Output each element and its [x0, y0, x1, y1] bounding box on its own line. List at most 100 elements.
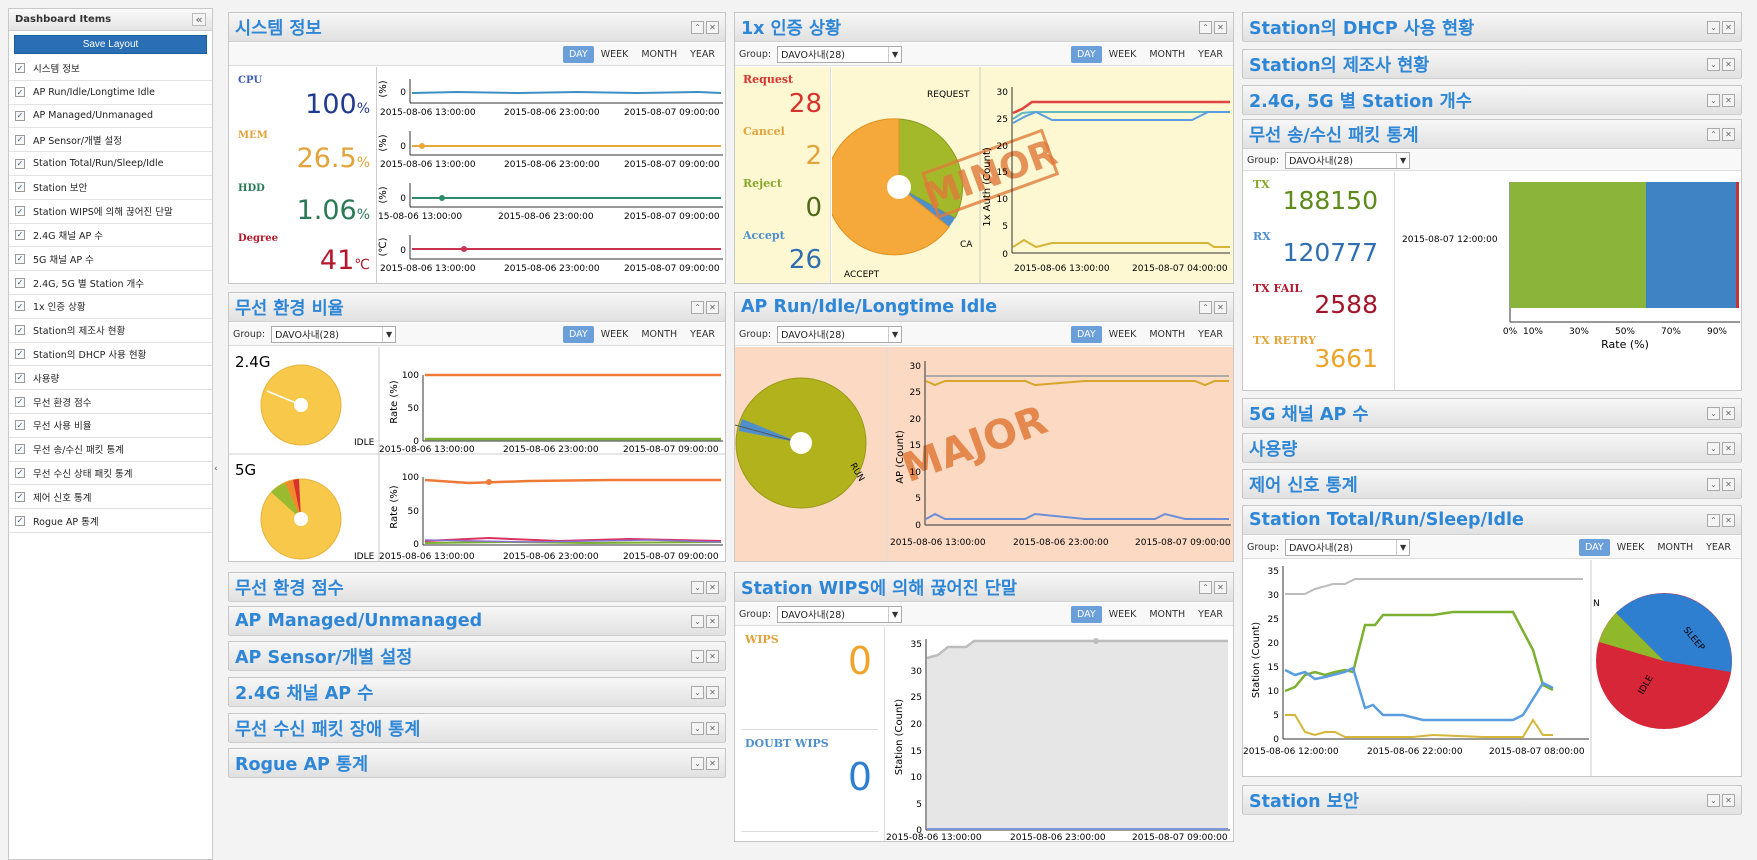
sidebar-item[interactable]: ✓ AP Run/Idle/Longtime Idle: [9, 81, 212, 105]
checkbox-icon[interactable]: ✓: [15, 110, 25, 121]
group-select[interactable]: DAVO사내(28) ▼: [777, 45, 903, 63]
sidebar-item[interactable]: ✓ Rogue AP 통계: [9, 509, 212, 533]
sidebar-item[interactable]: ✓ Station WIPS에 의해 끊어진 단말: [9, 200, 212, 224]
panel-title[interactable]: 1x 인증 상황: [741, 15, 841, 40]
checkbox-icon[interactable]: ✓: [15, 467, 25, 478]
checkbox-icon[interactable]: ✓: [15, 134, 25, 145]
close-icon[interactable]: ✕: [1214, 20, 1227, 34]
sidebar-item[interactable]: ✓ 제어 신호 통계: [9, 485, 212, 510]
collapse-icon[interactable]: ⌃: [1707, 127, 1720, 141]
tab-month[interactable]: MONTH: [1143, 46, 1191, 63]
checkbox-icon[interactable]: ✓: [15, 420, 25, 431]
checkbox-icon[interactable]: ✓: [15, 372, 25, 383]
close-icon[interactable]: ✕: [706, 685, 719, 699]
tab-year[interactable]: YEAR: [684, 326, 721, 343]
tab-week[interactable]: WEEK: [595, 46, 635, 63]
checkbox-icon[interactable]: ✓: [15, 348, 25, 359]
tab-week[interactable]: WEEK: [1103, 326, 1143, 343]
close-icon[interactable]: ✕: [1722, 127, 1735, 141]
group-select[interactable]: DAVO사내(28) ▼: [1285, 151, 1411, 169]
close-icon[interactable]: ✕: [1722, 57, 1735, 71]
panel-title[interactable]: 무선 수신 패킷 장애 통계: [235, 716, 420, 741]
sidebar-item[interactable]: ✓ 무선 사용 비율: [9, 414, 212, 438]
checkbox-icon[interactable]: ✓: [15, 325, 25, 336]
panel-title[interactable]: Station Total/Run/Sleep/Idle: [1249, 510, 1524, 530]
group-select[interactable]: DAVO사내(28) ▼: [271, 325, 397, 343]
checkbox-icon[interactable]: ✓: [15, 491, 25, 502]
tab-day[interactable]: DAY: [1071, 45, 1102, 63]
checkbox-icon[interactable]: ✓: [15, 301, 25, 312]
close-icon[interactable]: ✕: [1722, 441, 1735, 455]
sidebar-item[interactable]: ✓ Station의 제조사 현황: [9, 319, 212, 343]
close-icon[interactable]: ✕: [1722, 20, 1735, 34]
close-icon[interactable]: ✕: [706, 756, 719, 770]
close-icon[interactable]: ✕: [1722, 477, 1735, 491]
group-select[interactable]: DAVO사내(28) ▼: [777, 325, 903, 343]
sidebar-item[interactable]: ✓ 무선 송/수신 패킷 통계: [9, 438, 212, 462]
panel-title[interactable]: AP Managed/Unmanaged: [235, 611, 482, 631]
panel-title[interactable]: 제어 신호 통계: [1249, 472, 1358, 497]
checkbox-icon[interactable]: ✓: [15, 277, 25, 288]
checkbox-icon[interactable]: ✓: [15, 182, 25, 193]
expand-icon[interactable]: ⌄: [1707, 477, 1720, 491]
close-icon[interactable]: ✕: [1214, 300, 1227, 314]
tab-year[interactable]: YEAR: [1192, 326, 1229, 343]
checkbox-icon[interactable]: ✓: [15, 444, 25, 455]
expand-icon[interactable]: ⌄: [1707, 441, 1720, 455]
collapse-icon[interactable]: ⌃: [1707, 513, 1720, 527]
save-layout-button[interactable]: Save Layout: [14, 35, 207, 54]
sidebar-item[interactable]: ✓ 2.4G, 5G 별 Station 개수: [9, 271, 212, 295]
sidebar-item[interactable]: ✓ Station Total/Run/Sleep/Idle: [9, 152, 212, 176]
close-icon[interactable]: ✕: [1722, 406, 1735, 420]
expand-icon[interactable]: ⌄: [691, 721, 704, 735]
checkbox-icon[interactable]: ✓: [15, 396, 25, 407]
checkbox-icon[interactable]: ✓: [15, 63, 25, 74]
sidebar-item[interactable]: ✓ 2.4G 채널 AP 수: [9, 224, 212, 248]
panel-title[interactable]: 무선 환경 점수: [235, 575, 344, 600]
close-icon[interactable]: ✕: [1722, 513, 1735, 527]
panel-title[interactable]: Station의 DHCP 사용 현황: [1249, 15, 1474, 40]
close-icon[interactable]: ✕: [1722, 793, 1735, 807]
expand-icon[interactable]: ⌄: [1707, 93, 1720, 107]
close-icon[interactable]: ✕: [706, 614, 719, 628]
checkbox-icon[interactable]: ✓: [15, 206, 25, 217]
panel-title[interactable]: 무선 환경 비율: [235, 295, 344, 320]
expand-icon[interactable]: ⌄: [1707, 793, 1720, 807]
collapse-icon[interactable]: ⌃: [1199, 580, 1212, 594]
panel-title[interactable]: AP Run/Idle/Longtime Idle: [741, 297, 997, 317]
tab-year[interactable]: YEAR: [1700, 539, 1737, 556]
tab-year[interactable]: YEAR: [684, 46, 721, 63]
sidebar-item[interactable]: ✓ 무선 환경 점수: [9, 390, 212, 414]
collapse-icon[interactable]: ⌃: [691, 300, 704, 314]
tab-month[interactable]: MONTH: [1651, 539, 1699, 556]
tab-week[interactable]: WEEK: [1103, 606, 1143, 623]
panel-title[interactable]: Rogue AP 통계: [235, 751, 368, 776]
tab-week[interactable]: WEEK: [1103, 46, 1143, 63]
checkbox-icon[interactable]: ✓: [15, 158, 25, 169]
expand-icon[interactable]: ⌄: [691, 614, 704, 628]
close-icon[interactable]: ✕: [706, 649, 719, 663]
tab-week[interactable]: WEEK: [595, 326, 635, 343]
collapse-sidebar-icon[interactable]: «: [192, 13, 206, 26]
panel-title[interactable]: Station 보안: [1249, 788, 1359, 813]
close-icon[interactable]: ✕: [706, 20, 719, 34]
group-select[interactable]: DAVO사내(28) ▼: [777, 605, 903, 623]
expand-icon[interactable]: ⌄: [691, 649, 704, 663]
tab-week[interactable]: WEEK: [1611, 539, 1651, 556]
tab-day[interactable]: DAY: [563, 45, 594, 63]
close-icon[interactable]: ✕: [706, 300, 719, 314]
tab-day[interactable]: DAY: [563, 325, 594, 343]
panel-title[interactable]: 사용량: [1249, 436, 1297, 461]
tab-year[interactable]: YEAR: [1192, 606, 1229, 623]
panel-title[interactable]: 5G 채널 AP 수: [1249, 401, 1369, 426]
panel-title[interactable]: 시스템 정보: [235, 15, 322, 40]
collapse-icon[interactable]: ⌃: [691, 20, 704, 34]
checkbox-icon[interactable]: ✓: [15, 515, 25, 526]
panel-title[interactable]: 2.4G 채널 AP 수: [235, 680, 373, 705]
expand-icon[interactable]: ⌄: [1707, 406, 1720, 420]
sidebar-splitter-arrow-icon[interactable]: ‹: [214, 464, 218, 474]
sidebar-item[interactable]: ✓ AP Sensor/개별 설정: [9, 128, 212, 153]
panel-title[interactable]: Station의 제조사 현황: [1249, 52, 1429, 77]
sidebar-item[interactable]: ✓ 사용량: [9, 366, 212, 391]
close-icon[interactable]: ✕: [1214, 580, 1227, 594]
